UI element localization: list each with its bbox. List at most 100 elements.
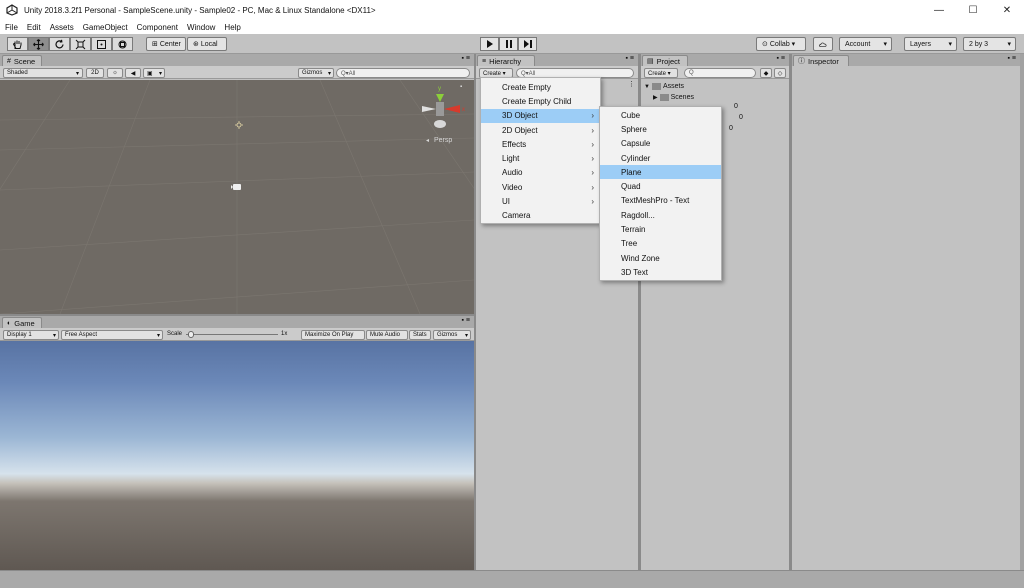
scene-viewport[interactable]: y x Persp ◂ ▪ [0, 80, 474, 314]
panel-splitter[interactable] [789, 54, 792, 570]
tab-game[interactable]: ◐ Game [2, 317, 42, 328]
2d-toggle[interactable]: 2D [86, 68, 104, 78]
tag-icon: ◇ [777, 70, 783, 77]
step-icon[interactable] [518, 37, 537, 51]
stats-toggle[interactable]: Stats [409, 330, 431, 340]
menu-item-terrain[interactable]: Terrain [600, 222, 721, 236]
pivot-local-button[interactable]: ⊛ Local [187, 37, 227, 51]
pause-icon[interactable] [499, 37, 518, 51]
hand-tool-icon[interactable] [7, 37, 28, 51]
maximize-icon[interactable]: ☐ [956, 0, 990, 20]
project-create-dropdown[interactable]: Create ▾ [644, 68, 678, 78]
menu-item-audio[interactable]: Audio › [481, 166, 600, 180]
menu-item-light[interactable]: Light › [481, 151, 600, 165]
tree-expand-icon[interactable]: ▼ [644, 84, 650, 90]
menu-item-create-empty-child[interactable]: Create Empty Child [481, 94, 600, 108]
panel-options-icon[interactable]: ▪ ≡ [1007, 55, 1016, 62]
close-icon[interactable]: ✕ [990, 0, 1024, 20]
aspect-dropdown[interactable]: Free Aspect ▾ [61, 330, 163, 340]
scene-search-input[interactable]: Q▾All [336, 68, 470, 78]
menu-item-wind-zone[interactable]: Wind Zone [600, 251, 721, 265]
scene-tab-row: # Scene ▪ ≡ [0, 54, 474, 66]
menu-gameobject[interactable]: GameObject [83, 23, 128, 32]
game-gizmos-dropdown[interactable]: Gizmos ▾ [433, 330, 471, 340]
menu-item-textmeshpro-text[interactable]: TextMeshPro - Text [600, 194, 721, 208]
play-icon[interactable] [480, 37, 499, 51]
rect-tool-icon[interactable] [91, 37, 112, 51]
menu-item-cube[interactable]: Cube [600, 108, 721, 122]
panel-splitter[interactable] [0, 314, 474, 316]
panel-options-icon[interactable]: ▪ ≡ [625, 55, 634, 62]
tree-expand-icon[interactable]: ▶ [653, 94, 658, 101]
shading-mode-dropdown[interactable]: Shaded ▾ [3, 68, 83, 78]
tree-item-scenes[interactable]: ▶ Scenes [653, 92, 694, 103]
scale-tool-icon[interactable] [70, 37, 91, 51]
tab-hierarchy[interactable]: ≡ Hierarchy [477, 55, 535, 66]
filter-label-button[interactable]: ◇ [774, 68, 786, 78]
scene-row-options-icon[interactable]: ⋮ [628, 80, 635, 88]
layers-dropdown[interactable]: Layers ▾ [904, 37, 957, 51]
tree-item-assets[interactable]: ▼ Assets [644, 81, 684, 92]
scale-value: 1x [281, 331, 288, 337]
game-toolbar: Display 1 ▾ Free Aspect ▾ Scale 1x Maximiz… [0, 328, 474, 341]
menu-item-effects[interactable]: Effects › [481, 137, 600, 151]
menu-edit[interactable]: Edit [27, 23, 41, 32]
move-tool-icon[interactable] [28, 37, 49, 51]
menu-item-video[interactable]: Video › [481, 180, 600, 194]
menu-item-ui[interactable]: UI › [481, 194, 600, 208]
panel-splitter[interactable] [474, 54, 476, 570]
menu-item-quad[interactable]: Quad [600, 179, 721, 193]
mute-audio-toggle[interactable]: Mute Audio [366, 330, 408, 340]
tab-scene[interactable]: # Scene [2, 55, 42, 66]
game-viewport[interactable] [0, 341, 474, 570]
scale-slider-handle[interactable] [188, 331, 194, 338]
tab-project[interactable]: ▤ Project [642, 55, 688, 66]
menu-item-cylinder[interactable]: Cylinder [600, 151, 721, 165]
effects-dropdown[interactable]: ▣ ▾ [143, 68, 165, 78]
menu-item-ragdoll[interactable]: Ragdoll... [600, 208, 721, 222]
project-search-input[interactable]: Q [684, 68, 756, 78]
scene-gizmos-dropdown[interactable]: Gizmos ▾ [298, 68, 334, 78]
menu-item-sphere[interactable]: Sphere [600, 122, 721, 136]
cloud-button[interactable] [813, 37, 833, 51]
panel-options-icon[interactable]: ▪ ≡ [776, 55, 785, 62]
account-dropdown[interactable]: Account ▾ [839, 37, 892, 51]
menu-item-plane[interactable]: Plane [600, 165, 721, 180]
maximize-on-play-toggle[interactable]: Maximize On Play [301, 330, 365, 340]
transform-tool-icon[interactable] [112, 37, 133, 51]
collab-button[interactable]: ⊙ Collab ▾ [756, 37, 806, 51]
folder-icon [651, 83, 661, 90]
menu-window[interactable]: Window [187, 23, 215, 32]
audio-toggle[interactable]: ◀ [125, 68, 141, 78]
scene-panel: # Scene ▪ ≡ Shaded ▾ 2D ☼ ◀ ▣ ▾ Gizmos ▾ Q▾A… [0, 54, 474, 314]
sun-icon: ☼ [112, 70, 118, 76]
layout-dropdown[interactable]: 2 by 3 ▾ [963, 37, 1016, 51]
menu-file[interactable]: File [5, 23, 18, 32]
menu-item-tree[interactable]: Tree [600, 237, 721, 251]
panel-options-icon[interactable]: ▪ ≡ [461, 317, 470, 324]
filter-type-button[interactable]: ◆ [760, 68, 772, 78]
transform-tools [7, 37, 133, 51]
menu-item-capsule[interactable]: Capsule [600, 137, 721, 151]
rotate-tool-icon[interactable] [49, 37, 70, 51]
menu-bar: File Edit Assets GameObject Component Wi… [0, 20, 1024, 34]
menu-item-3d-object[interactable]: 3D Object › [481, 108, 600, 123]
game-tab-row: ◐ Game ▪ ≡ [0, 316, 474, 328]
lighting-toggle[interactable]: ☼ [107, 68, 123, 78]
menu-item-create-empty[interactable]: Create Empty [481, 80, 600, 94]
pivot-center-button[interactable]: ⊞ Center [146, 37, 186, 51]
partial-label: 0 [739, 114, 743, 121]
cloud-icon [819, 42, 827, 47]
display-dropdown[interactable]: Display 1 ▾ [3, 330, 59, 340]
scale-slider[interactable] [186, 334, 278, 335]
minimize-icon[interactable]: — [922, 0, 956, 20]
menu-assets[interactable]: Assets [50, 23, 74, 32]
menu-help[interactable]: Help [224, 23, 240, 32]
menu-component[interactable]: Component [137, 23, 178, 32]
menu-item-2d-object[interactable]: 2D Object › [481, 123, 600, 137]
lock-icon[interactable]: ▪ [460, 84, 462, 90]
menu-item-3d-text[interactable]: 3D Text [600, 265, 721, 279]
menu-item-camera[interactable]: Camera [481, 209, 600, 223]
panel-options-icon[interactable]: ▪ ≡ [461, 55, 470, 62]
tab-inspector[interactable]: ⓘ Inspector [793, 55, 849, 66]
